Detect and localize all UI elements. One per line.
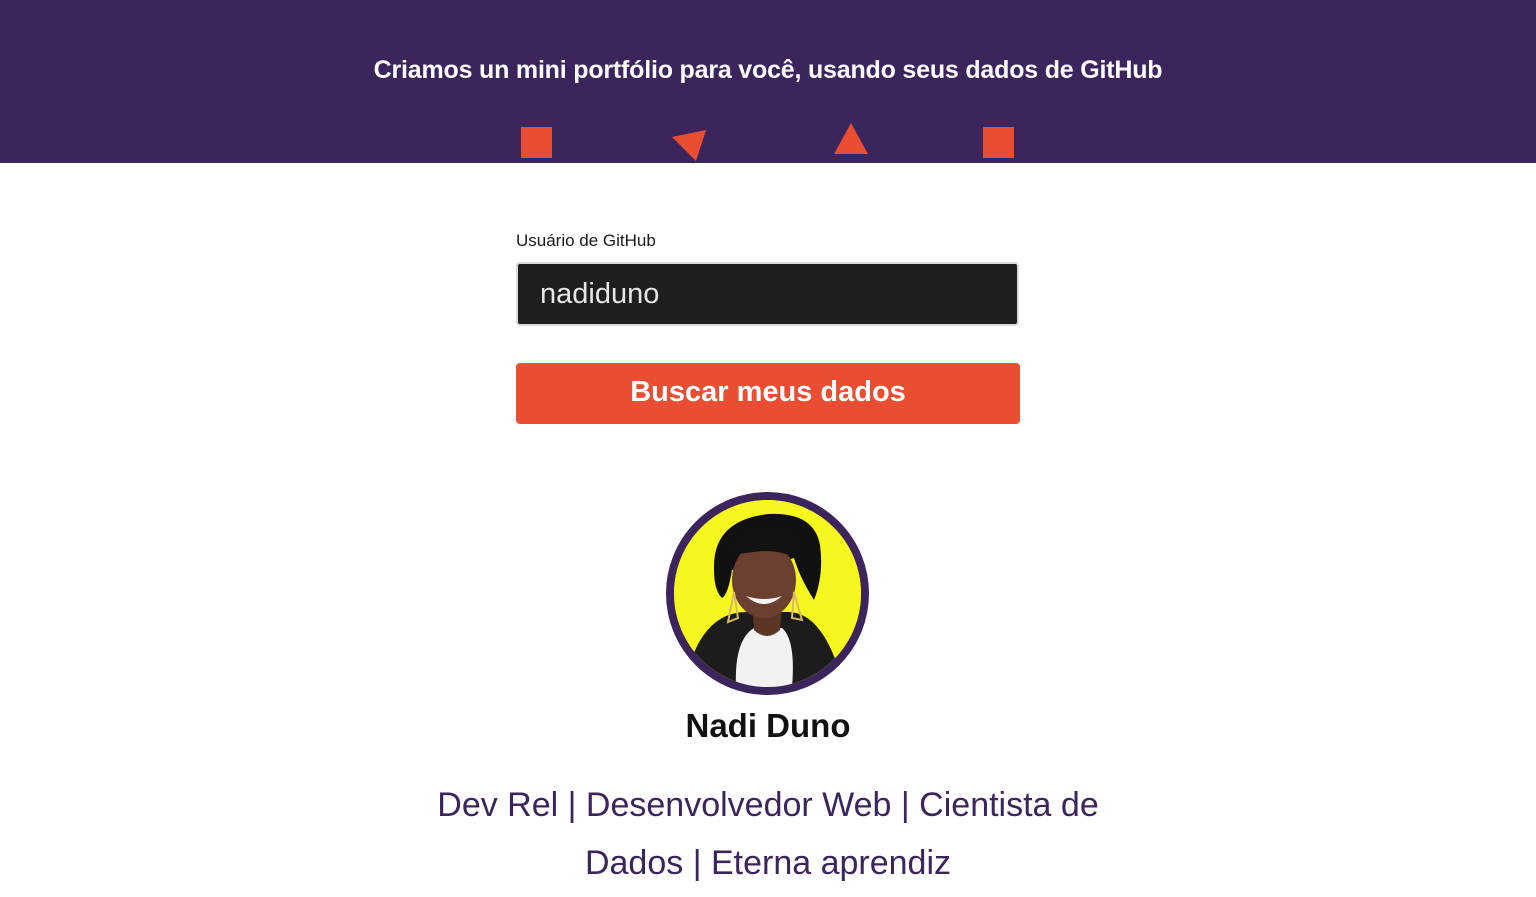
avatar [666,492,869,695]
header-title: Criamos un mini portfólio para você, usa… [373,56,1163,84]
triangle-shape [672,130,706,161]
header: Criamos un mini portfólio para você, usa… [0,0,1536,163]
avatar-photo [674,500,861,687]
search-button[interactable]: Buscar meus dados [516,363,1020,424]
square-shape [521,127,552,158]
github-user-input[interactable] [516,262,1019,326]
triangle-shape [834,123,868,154]
github-user-label: Usuário de GitHub [516,231,656,250]
profile-bio: Dev Rel | Desenvolvedor Web | Cientista … [437,786,1099,882]
square-shape [983,127,1014,158]
profile-name: Nadi Duno [685,707,851,744]
